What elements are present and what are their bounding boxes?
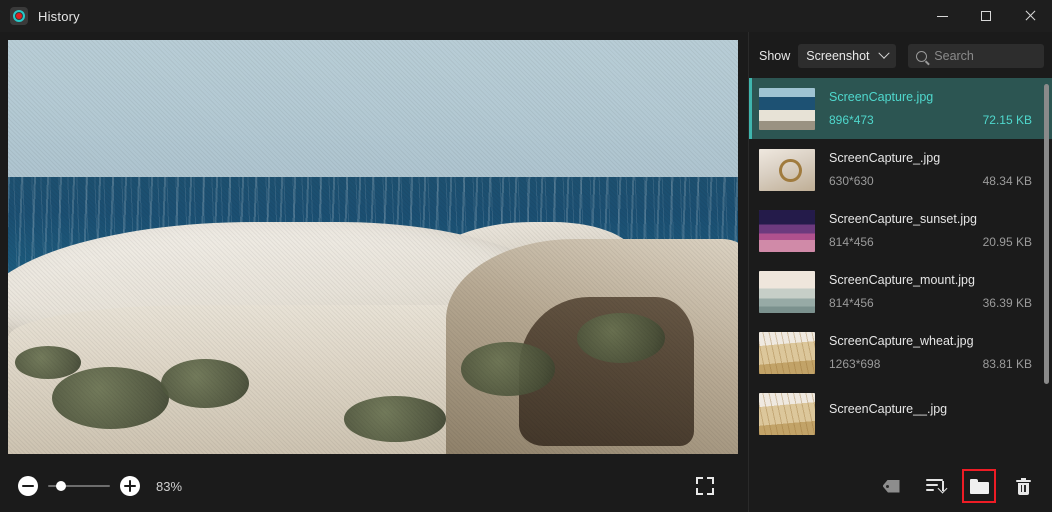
thumbnail (759, 209, 815, 252)
list-item-meta: ScreenCapture__.jpg (829, 402, 1036, 425)
zoom-slider-handle[interactable] (56, 481, 66, 491)
file-dimensions: 630*630 (829, 174, 874, 188)
list-item[interactable]: ScreenCapture_wheat.jpg 1263*698 83.81 KB (749, 322, 1052, 383)
list-action-toolbar (749, 460, 1052, 512)
preview-image (8, 40, 738, 454)
minimize-button[interactable] (920, 0, 964, 32)
file-dimensions: 1263*698 (829, 357, 881, 371)
window-controls (920, 0, 1052, 32)
fit-to-screen-icon[interactable] (696, 477, 714, 495)
list-filter-bar: Show Screenshot (749, 40, 1052, 72)
file-name: ScreenCapture_mount.jpg (829, 273, 975, 287)
history-file-list[interactable]: ScreenCapture.jpg 896*473 72.15 KB ScreenCa… (749, 78, 1052, 460)
file-name: ScreenCapture__.jpg (829, 402, 948, 416)
history-window: History 83% Show Screenshot Search Scree… (0, 0, 1052, 512)
close-icon (1024, 10, 1036, 22)
list-scrollbar[interactable] (1044, 84, 1049, 384)
show-label: Show (759, 49, 791, 63)
file-dimensions: 896*473 (829, 113, 874, 127)
list-item[interactable]: ScreenCapture__.jpg (749, 383, 1052, 444)
sort-list-icon (926, 479, 944, 493)
minimize-icon (936, 15, 948, 17)
open-folder-icon (969, 478, 989, 494)
main-body: 83% Show Screenshot ScreenCapture.jpg 896… (0, 32, 1052, 512)
page-title: History (38, 8, 80, 24)
viewer-toolbar: 83% (0, 460, 748, 512)
search-box[interactable] (908, 44, 1044, 68)
history-list-pane: Show Screenshot ScreenCapture.jpg 896*473… (748, 32, 1052, 512)
title-bar: History (0, 0, 1052, 32)
record-circle-icon (10, 7, 28, 25)
zoom-in-button[interactable] (120, 476, 140, 496)
file-size: 36.39 KB (982, 296, 1032, 310)
filter-dropdown-value: Screenshot (806, 49, 870, 63)
list-item[interactable]: ScreenCapture_sunset.jpg 814*456 20.95 KB (749, 200, 1052, 261)
close-button[interactable] (1008, 0, 1052, 32)
thumbnail (759, 270, 815, 313)
search-icon (916, 50, 928, 62)
file-details: 814*456 20.95 KB (829, 235, 1036, 249)
file-size: 72.15 KB (982, 113, 1032, 127)
file-details: 630*630 48.34 KB (829, 174, 1036, 188)
file-size: 48.34 KB (982, 174, 1032, 188)
file-size: 83.81 KB (982, 357, 1032, 371)
thumbnail (759, 392, 815, 435)
file-dimensions: 814*456 (829, 296, 874, 310)
list-item-meta: ScreenCapture_mount.jpg 814*456 36.39 KB (829, 273, 1036, 310)
list-item-meta: ScreenCapture_.jpg 630*630 48.34 KB (829, 151, 1036, 188)
tag-icon (882, 479, 900, 493)
zoom-slider[interactable] (48, 481, 110, 491)
image-viewer-pane: 83% (0, 32, 748, 512)
zoom-level-label: 83% (156, 478, 183, 494)
open-folder-button[interactable] (962, 469, 996, 503)
list-item-meta: ScreenCapture.jpg 896*473 72.15 KB (829, 90, 1036, 127)
maximize-button[interactable] (964, 0, 1008, 32)
list-item[interactable]: ScreenCapture.jpg 896*473 72.15 KB (749, 78, 1052, 139)
file-name: ScreenCapture_.jpg (829, 151, 941, 165)
file-details: 814*456 36.39 KB (829, 296, 1036, 310)
thumbnail (759, 148, 815, 191)
trash-icon (1015, 477, 1031, 495)
file-name: ScreenCapture_wheat.jpg (829, 334, 974, 348)
filter-dropdown[interactable]: Screenshot (798, 44, 897, 68)
thumbnail (759, 87, 815, 130)
list-item-meta: ScreenCapture_sunset.jpg 814*456 20.95 KB (829, 212, 1036, 249)
file-name: ScreenCapture_sunset.jpg (829, 212, 978, 226)
list-item[interactable]: ScreenCapture_.jpg 630*630 48.34 KB (749, 139, 1052, 200)
list-item[interactable]: ScreenCapture_mount.jpg 814*456 36.39 KB (749, 261, 1052, 322)
file-details: 1263*698 83.81 KB (829, 357, 1036, 371)
chevron-down-icon (878, 47, 890, 59)
file-dimensions: 814*456 (829, 235, 874, 249)
file-name: ScreenCapture.jpg (829, 90, 934, 104)
maximize-icon (981, 11, 991, 21)
sort-button[interactable] (924, 475, 946, 497)
image-canvas[interactable] (0, 32, 748, 460)
list-item-meta: ScreenCapture_wheat.jpg 1263*698 83.81 KB (829, 334, 1036, 371)
delete-button[interactable] (1012, 475, 1034, 497)
file-details: 896*473 72.15 KB (829, 113, 1036, 127)
zoom-out-button[interactable] (18, 476, 38, 496)
tag-button[interactable] (880, 475, 902, 497)
search-input[interactable] (934, 49, 1036, 63)
file-size: 20.95 KB (982, 235, 1032, 249)
thumbnail (759, 331, 815, 374)
